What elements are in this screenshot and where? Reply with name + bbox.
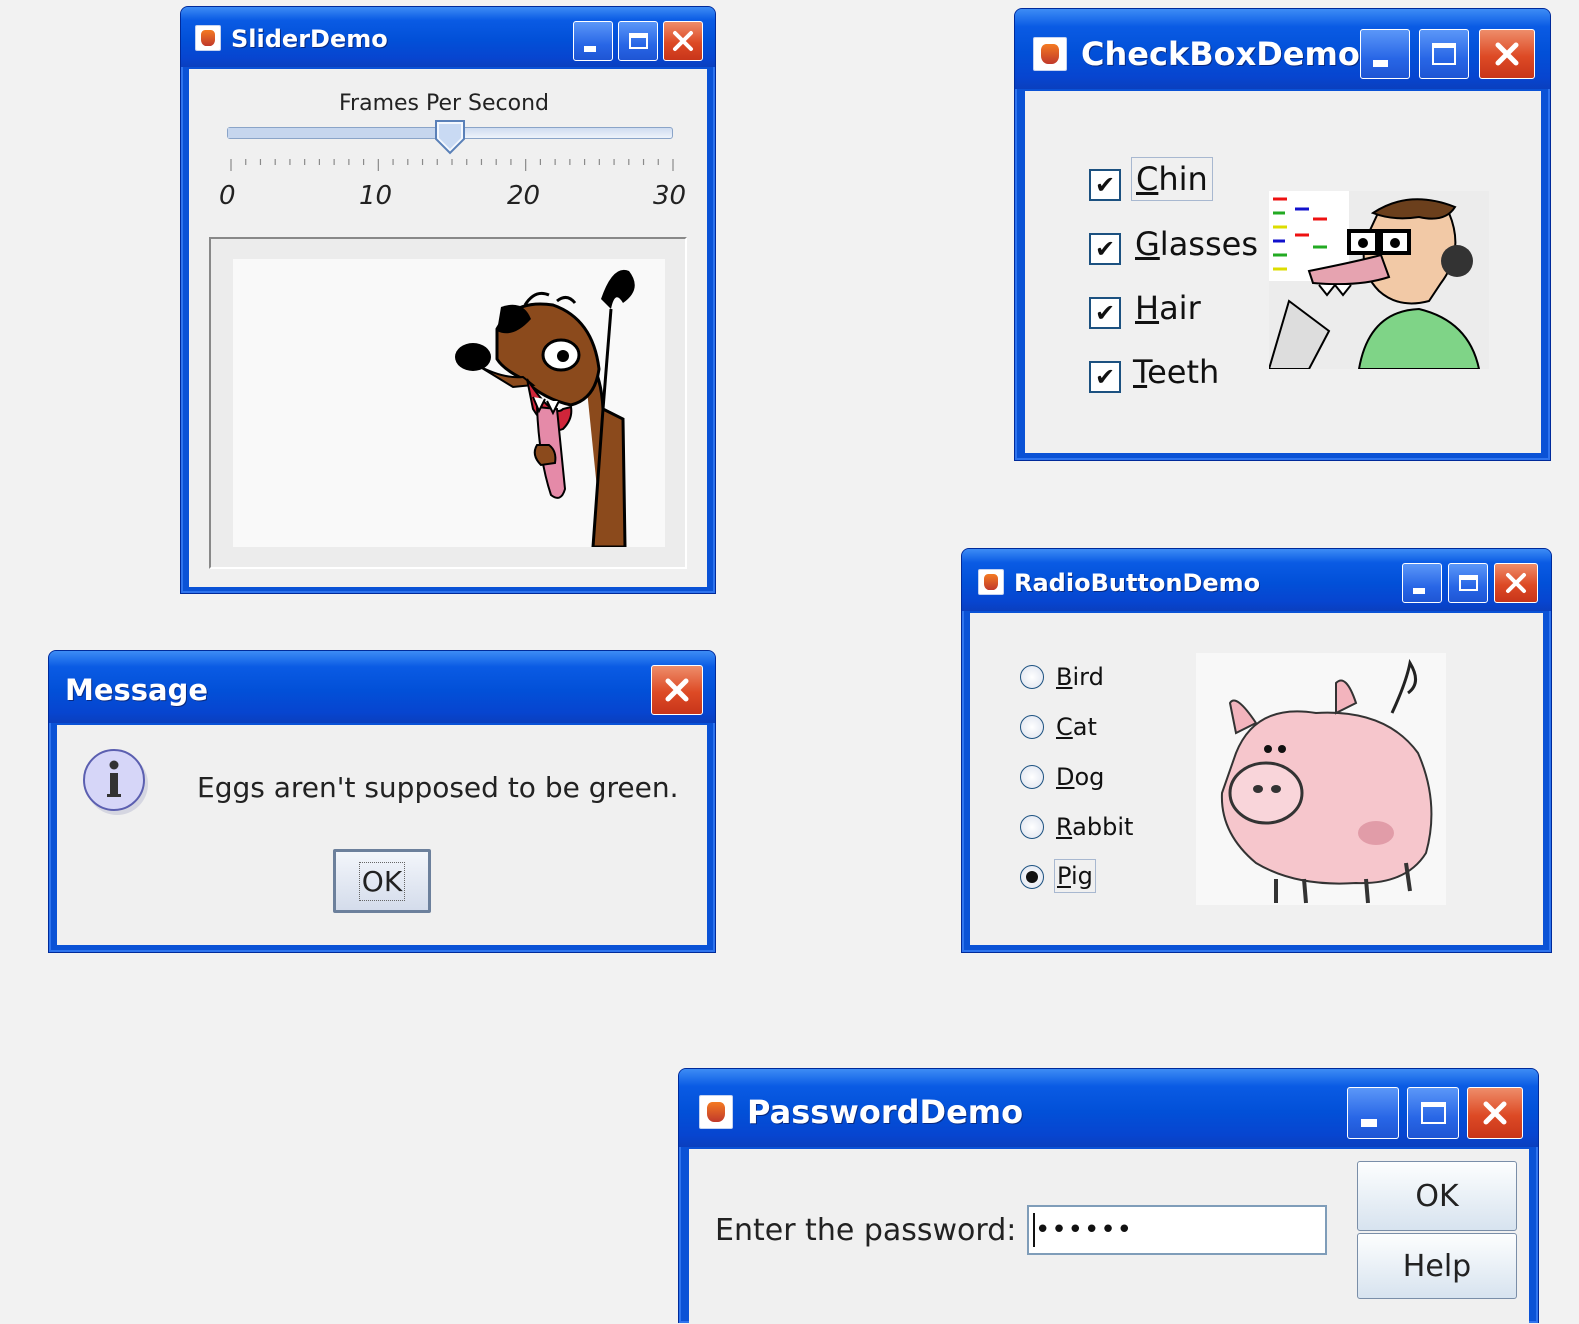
slider-label: Frames Per Second (339, 91, 550, 116)
close-button[interactable] (1479, 29, 1535, 79)
close-icon (1483, 1101, 1507, 1125)
maximize-button[interactable] (1419, 29, 1469, 79)
slider-thumb[interactable] (434, 119, 466, 155)
minimize-button[interactable] (1347, 1087, 1399, 1139)
maximize-icon (1420, 1102, 1446, 1124)
password-prompt: Enter the password: (715, 1213, 1017, 1248)
radio-dog[interactable] (1020, 765, 1044, 789)
close-button[interactable] (651, 665, 703, 715)
radio-label-cat[interactable]: Cat (1056, 713, 1097, 741)
slider-track-fill (228, 128, 450, 138)
message-dialog-content: Eggs aren't supposed to be green. OK (57, 725, 707, 945)
close-icon (1506, 573, 1526, 593)
text-cursor (1033, 1213, 1035, 1247)
password-demo-window: PasswordDemo Enter the password: •••••• … (678, 1068, 1539, 1324)
minimize-icon (583, 45, 596, 52)
help-button-label: Help (1402, 1248, 1472, 1284)
maximize-icon (1432, 43, 1456, 65)
checkbox-label-hair[interactable]: Hair (1135, 289, 1201, 327)
checkbox-chin[interactable]: ✔ (1089, 169, 1121, 201)
radio-label-dog[interactable]: Dog (1056, 763, 1104, 791)
message-dialog-titlebar[interactable]: Message (49, 651, 715, 723)
minimize-button[interactable] (1360, 29, 1410, 79)
checkbox-label-teeth[interactable]: Teeth (1133, 353, 1219, 391)
minimize-icon (1360, 1119, 1377, 1127)
minimize-icon (1412, 587, 1425, 594)
minimize-button[interactable] (573, 21, 613, 61)
close-button[interactable] (1467, 1087, 1523, 1139)
message-dialog-window: Message Eggs aren't supposed to be green… (48, 650, 716, 953)
checkbox-teeth[interactable]: ✔ (1089, 361, 1121, 393)
checkbox-glasses[interactable]: ✔ (1089, 233, 1121, 265)
window-title: SliderDemo (231, 25, 388, 53)
checkbox-demo-window: CheckBoxDemo ✔ Chin ✔ Glasses ✔ Hair ✔ T… (1014, 8, 1551, 461)
password-field[interactable]: •••••• (1027, 1205, 1327, 1255)
checkbox-hair[interactable]: ✔ (1089, 297, 1121, 329)
minimize-button[interactable] (1402, 563, 1442, 603)
maximize-button[interactable] (1448, 563, 1488, 603)
maximize-icon (1458, 574, 1478, 592)
maximize-button[interactable] (618, 21, 658, 61)
geek-image (1269, 191, 1489, 369)
animation-panel (209, 237, 687, 569)
help-button[interactable]: Help (1357, 1233, 1517, 1299)
ok-button[interactable]: OK (333, 849, 431, 913)
slider-demo-titlebar[interactable]: SliderDemo (181, 7, 715, 67)
close-icon (665, 678, 689, 702)
maximize-button[interactable] (1407, 1087, 1459, 1139)
radio-demo-window: RadioButtonDemo Bird Cat Dog Rabbit Pig (961, 548, 1552, 953)
checkbox-demo-content: ✔ Chin ✔ Glasses ✔ Hair ✔ Teeth (1025, 91, 1541, 453)
ok-button-label: OK (1415, 1178, 1459, 1214)
window-title: Message (65, 673, 209, 707)
radio-pig[interactable] (1020, 865, 1044, 889)
java-app-icon (1033, 37, 1067, 71)
radio-rabbit[interactable] (1020, 815, 1044, 839)
slider-demo-window: SliderDemo Frames Per Second 0 10 20 30 (180, 6, 716, 594)
pig-image (1196, 653, 1446, 905)
animation-canvas (233, 259, 665, 547)
message-text: Eggs aren't supposed to be green. (197, 771, 679, 804)
close-button[interactable] (663, 21, 703, 61)
radio-cat[interactable] (1020, 715, 1044, 739)
information-icon (83, 749, 148, 815)
radio-demo-titlebar[interactable]: RadioButtonDemo (962, 549, 1551, 611)
slider-tick-label: 0 (219, 181, 236, 211)
java-app-icon (978, 569, 1004, 595)
checkbox-label-glasses[interactable]: Glasses (1135, 225, 1258, 263)
window-title: RadioButtonDemo (1014, 569, 1261, 597)
ok-button-label: OK (358, 861, 406, 901)
slider-demo-content: Frames Per Second 0 10 20 30 (189, 69, 707, 587)
checkbox-label-chin[interactable]: Chin (1131, 157, 1213, 201)
slider-tick-label: 30 (653, 181, 687, 211)
close-icon (1495, 42, 1519, 66)
slider-tick-label: 20 (507, 181, 541, 211)
close-button[interactable] (1494, 563, 1538, 603)
radio-label-pig[interactable]: Pig (1054, 859, 1096, 893)
slider-tick-label: 10 (359, 181, 393, 211)
radio-demo-content: Bird Cat Dog Rabbit Pig (970, 613, 1543, 945)
radio-bird[interactable] (1020, 665, 1044, 689)
close-icon (673, 31, 693, 51)
window-title: CheckBoxDemo (1081, 35, 1360, 73)
java-app-icon (699, 1095, 733, 1129)
password-demo-titlebar[interactable]: PasswordDemo (679, 1069, 1538, 1147)
radio-label-bird[interactable]: Bird (1056, 663, 1104, 691)
slider-ticks (230, 159, 674, 171)
password-demo-content: Enter the password: •••••• OK Help (689, 1149, 1529, 1324)
dog-image (455, 269, 635, 547)
minimize-icon (1373, 59, 1389, 68)
checkbox-demo-titlebar[interactable]: CheckBoxDemo (1015, 9, 1550, 89)
window-title: PasswordDemo (747, 1093, 1024, 1131)
maximize-icon (628, 32, 648, 50)
java-app-icon (195, 25, 221, 51)
password-mask: •••••• (1035, 1215, 1134, 1245)
ok-button[interactable]: OK (1357, 1161, 1517, 1231)
radio-label-rabbit[interactable]: Rabbit (1056, 813, 1133, 841)
